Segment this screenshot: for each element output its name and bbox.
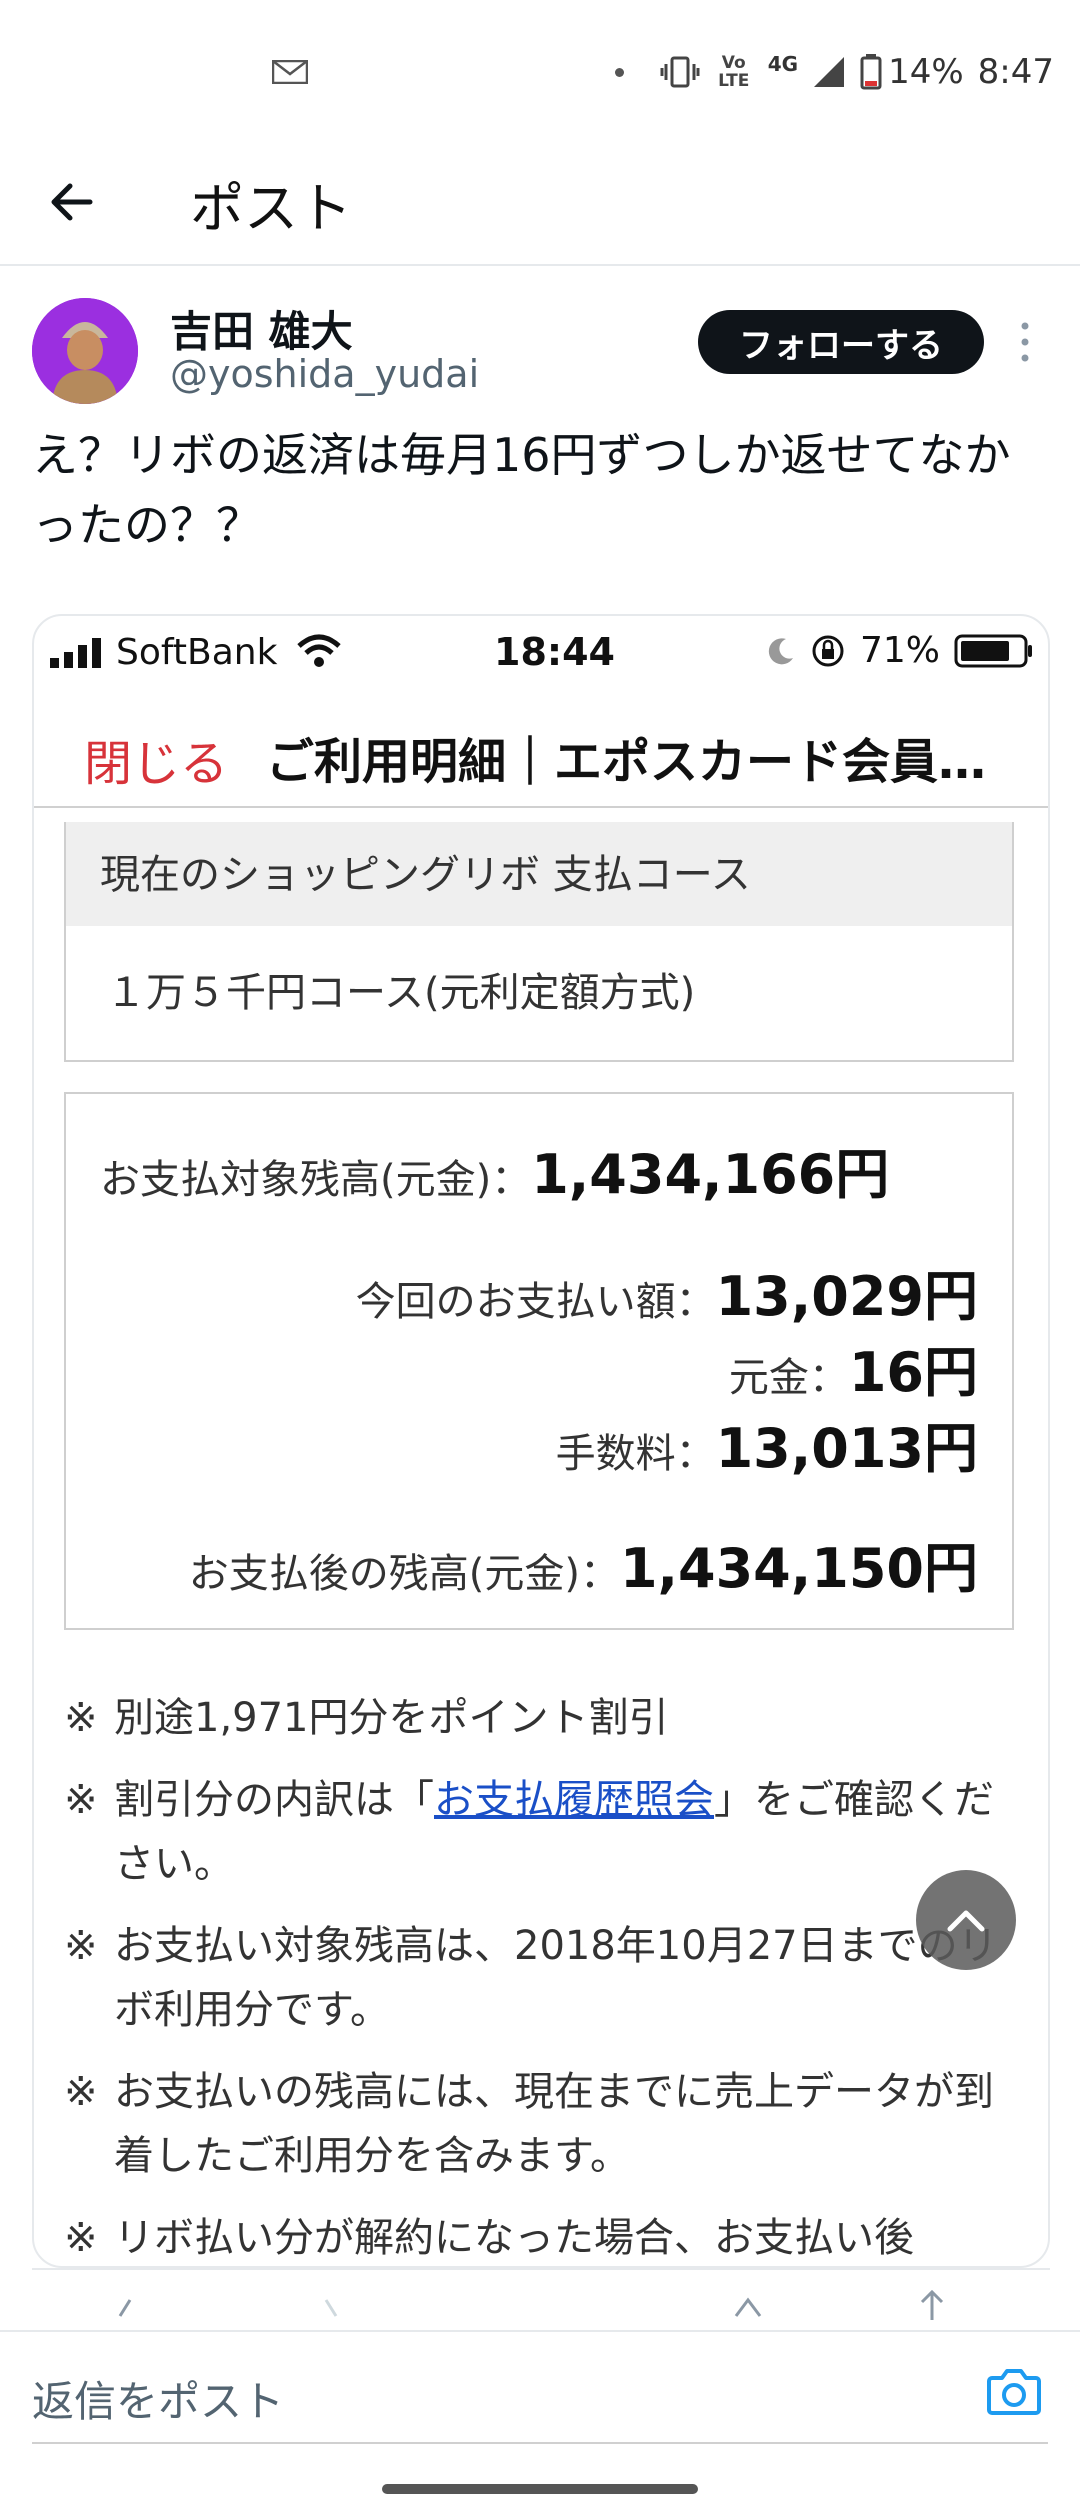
image-battery-percent: 71% <box>859 630 940 671</box>
image-signal-bars-icon <box>50 638 101 668</box>
image-ios-status-bar: SoftBank 18:44 71% <box>34 616 1048 686</box>
note-mark: ※ <box>64 1695 98 1741</box>
reply-icon[interactable] <box>116 2296 146 2320</box>
note-mark: ※ <box>64 2215 98 2261</box>
post-action-bar <box>32 2268 1050 2328</box>
image-target-balance-value: 1,434,166円 <box>531 1143 890 1206</box>
image-payment-row: 今回のお支払い額： 13,029円 <box>356 1252 978 1331</box>
image-principal-value: 16円 <box>848 1341 978 1404</box>
note-mark: ※ <box>64 1923 98 1969</box>
image-clock: 18:44 <box>494 630 615 674</box>
post-image[interactable]: SoftBank 18:44 71% 閉じる ご利用明細｜エポスカード会員… 現… <box>32 614 1050 2268</box>
note-mark: ※ <box>64 1777 98 1823</box>
image-status-right: 71% <box>766 630 1034 671</box>
image-payment-value: 13,029円 <box>715 1265 978 1328</box>
post-text: え？リボの返済は毎月16円ずつしか返せてなかったの？？ <box>32 428 1011 552</box>
image-note: ※ 割引分の内訳は「お支払履歴照会」をご確認ください。 <box>64 1768 1024 1896</box>
battery-icon <box>860 54 882 90</box>
gesture-navigation-bar[interactable] <box>382 2484 698 2494</box>
image-web-title: ご利用明細｜エポスカード会員… <box>266 734 987 790</box>
image-web-header: 閉じる ご利用明細｜エポスカード会員… <box>34 700 1048 808</box>
image-battery-icon <box>954 634 1032 667</box>
image-carrier: SoftBank <box>116 632 278 673</box>
network-type: 4G <box>767 52 799 76</box>
image-note: ※ お支払いの残高には、現在までに売上データが到着したご利用分を含みます。 <box>64 2060 1024 2188</box>
volte-indicator: Vo LTE <box>718 53 750 91</box>
image-after-balance-value: 1,434,150円 <box>619 1537 978 1600</box>
author-name[interactable]: 吉田 雄大 <box>170 298 353 359</box>
image-close-link: 閉じる <box>84 736 229 792</box>
scroll-to-top-button[interactable] <box>916 1870 1016 1970</box>
app-header: ポスト <box>0 140 1080 266</box>
reply-input[interactable]: 返信をポスト <box>32 2368 284 2429</box>
clock: 8:47 <box>977 52 1054 92</box>
note-text: リボ払い分が解約になった場合、お支払い後 <box>114 2215 914 2261</box>
back-arrow-icon[interactable] <box>40 170 104 234</box>
share-icon[interactable] <box>912 2286 952 2322</box>
vibrate-icon <box>660 56 700 88</box>
page-title: ポスト <box>190 177 352 240</box>
image-note: ※ お支払い対象残高は、2018年10月27日までのリボ利用分です。 <box>64 1914 1024 2042</box>
note-text: お支払いの残高には、現在までに売上データが到着したご利用分を含みます。 <box>114 2069 994 2179</box>
image-payment-label: 今回のお支払い額： <box>355 1279 716 1325</box>
image-note: ※ 別途1,971円分をポイント割引 <box>64 1686 1024 1750</box>
reply-bar: 返信をポスト <box>0 2330 1080 2454</box>
notification-dot-icon <box>614 67 624 77</box>
avatar[interactable] <box>32 298 138 404</box>
image-payment-history-link: お支払履歴照会 <box>434 1777 714 1823</box>
image-target-balance-row: お支払対象残高(元金)： 1,434,166円 <box>100 1130 889 1209</box>
image-notes: ※ 別途1,971円分をポイント割引 ※ 割引分の内訳は「お支払履歴照会」をご確… <box>64 1686 1024 2266</box>
chevron-up-icon <box>947 1910 985 1932</box>
image-principal-label: 元金： <box>728 1355 849 1401</box>
note-text: 別途1,971円分をポイント割引 <box>114 1695 669 1741</box>
bookmark-icon[interactable] <box>732 2292 766 2320</box>
note-text-part: 割引分の内訳は「 <box>114 1777 434 1823</box>
status-bar: Vo LTE 4G 14% 8:47 <box>0 0 1080 140</box>
image-fee-row: 手数料： 13,013円 <box>556 1404 978 1483</box>
repost-icon[interactable] <box>322 2296 352 2320</box>
image-wifi-icon <box>297 634 341 667</box>
image-after-balance-row: お支払後の残高(元金)： 1,434,150円 <box>189 1524 978 1603</box>
image-target-balance-label: お支払対象残高(元金)： <box>100 1157 532 1203</box>
image-fee-value: 13,013円 <box>715 1417 978 1480</box>
follow-button[interactable]: フォローする <box>698 310 984 374</box>
note-text: お支払い対象残高は、2018年10月27日までのリボ利用分です。 <box>114 1923 998 2033</box>
status-icons: Vo LTE 4G 14% 8:47 <box>614 48 1054 96</box>
image-course-box: 現在のショッピングリボ 支払コース １万５千円コース(元利定額方式) <box>64 822 1014 1062</box>
image-balance-box: お支払対象残高(元金)： 1,434,166円 今回のお支払い額： 13,029… <box>64 1092 1014 1630</box>
image-fee-label: 手数料： <box>555 1431 716 1477</box>
avatar-person-icon <box>32 298 138 404</box>
more-options-icon[interactable] <box>1018 320 1032 364</box>
note-mark: ※ <box>64 2069 98 2115</box>
note-text: 割引分の内訳は「お支払履歴照会」をご確認ください。 <box>114 1768 1024 1896</box>
author-handle[interactable]: @yoshida_yudai <box>170 352 479 396</box>
image-note: ※ リボ払い分が解約になった場合、お支払い後 <box>64 2206 1024 2266</box>
image-principal-row: 元金： 16円 <box>729 1328 978 1407</box>
camera-icon[interactable] <box>986 2366 1042 2416</box>
image-course-value: １万５千円コース(元利定額方式) <box>106 970 696 1016</box>
image-course-heading: 現在のショッピングリボ 支払コース <box>66 822 1012 926</box>
image-moon-icon <box>768 637 793 664</box>
reply-input-underline <box>32 2442 1048 2444</box>
signal-icon <box>814 57 845 87</box>
image-rotation-lock-icon <box>812 635 844 666</box>
battery-percent: 14% <box>888 52 964 92</box>
mail-icon <box>272 60 308 84</box>
image-after-balance-label: お支払後の残高(元金)： <box>188 1551 620 1597</box>
